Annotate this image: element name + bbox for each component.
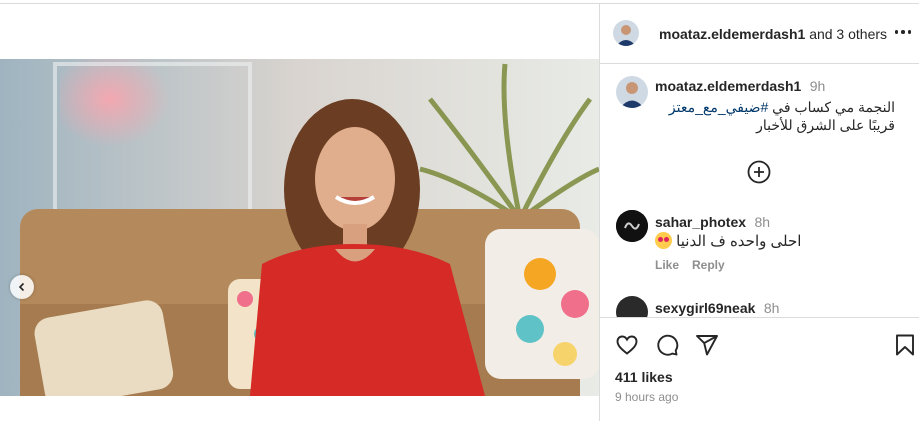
comment-actions: Like Reply bbox=[655, 258, 725, 272]
comment-avatar[interactable] bbox=[616, 296, 648, 317]
comment-meta: sexygirl69neak 8h bbox=[655, 300, 779, 317]
caption-line2-text: قريبًا على الشرق للأخبار bbox=[756, 117, 895, 133]
comment-meta: sahar_photex 8h bbox=[655, 214, 770, 232]
comment-time: 8h bbox=[754, 214, 771, 230]
bookmark-icon bbox=[896, 334, 914, 356]
comment-time: 8h bbox=[763, 300, 780, 316]
post-media[interactable] bbox=[0, 59, 599, 396]
like-button[interactable] bbox=[615, 333, 639, 362]
comment-username[interactable]: sahar_photex bbox=[655, 214, 746, 230]
like-count[interactable]: 411 likes bbox=[615, 369, 673, 385]
save-button[interactable] bbox=[894, 333, 916, 362]
heart-eyes-emoji-icon bbox=[655, 232, 672, 249]
comments-list[interactable]: moataz.eldemerdash1 9h النجمة مي كساب في… bbox=[600, 64, 919, 317]
author-username[interactable]: moataz.eldemerdash1 bbox=[659, 26, 805, 42]
caption-time: 9h bbox=[809, 78, 826, 94]
previous-slide-button[interactable] bbox=[10, 275, 34, 299]
comment-text: احلى واحده ف الدنيا bbox=[655, 232, 801, 252]
post-authors[interactable]: moataz.eldemerdash1 and 3 others bbox=[659, 26, 887, 42]
author-avatar[interactable] bbox=[613, 20, 639, 46]
instagram-post-viewer: moataz.eldemerdash1 and 3 others moataz.… bbox=[0, 0, 919, 422]
caption-username[interactable]: moataz.eldemerdash1 bbox=[655, 78, 801, 94]
caption-line1-text: النجمة مي كساب في bbox=[768, 99, 895, 115]
comment-like-button[interactable]: Like bbox=[655, 258, 679, 272]
plus-circle-icon bbox=[747, 160, 771, 184]
heart-icon bbox=[616, 335, 638, 355]
comment-username[interactable]: sexygirl69neak bbox=[655, 300, 755, 316]
share-icon bbox=[696, 335, 718, 356]
load-more-comments-button[interactable] bbox=[747, 160, 771, 184]
caption-meta: moataz.eldemerdash1 9h bbox=[655, 78, 825, 96]
post-photo bbox=[0, 59, 599, 396]
share-button[interactable] bbox=[695, 333, 719, 362]
coauthors-text[interactable]: and 3 others bbox=[809, 26, 887, 42]
post-details-panel: moataz.eldemerdash1 and 3 others moataz.… bbox=[600, 4, 919, 422]
comment-body: احلى واحده ف الدنيا bbox=[676, 233, 802, 250]
caption-author-avatar[interactable] bbox=[616, 76, 648, 108]
more-options-icon[interactable] bbox=[894, 30, 911, 34]
caption-hashtag[interactable]: #ضيفي_مع_معتز bbox=[669, 99, 768, 115]
chevron-left-icon bbox=[18, 282, 25, 292]
post-header: moataz.eldemerdash1 and 3 others bbox=[600, 4, 919, 64]
post-actions: 411 likes 9 hours ago bbox=[600, 317, 919, 422]
comment-button[interactable] bbox=[655, 333, 679, 362]
comment-icon bbox=[657, 334, 679, 356]
comment-reply-button[interactable]: Reply bbox=[692, 258, 725, 272]
comment-avatar[interactable] bbox=[616, 210, 648, 242]
caption-text: النجمة مي كساب في #ضيفي_مع_معتز قريبًا ع… bbox=[655, 98, 895, 134]
post-timestamp[interactable]: 9 hours ago bbox=[615, 390, 678, 404]
